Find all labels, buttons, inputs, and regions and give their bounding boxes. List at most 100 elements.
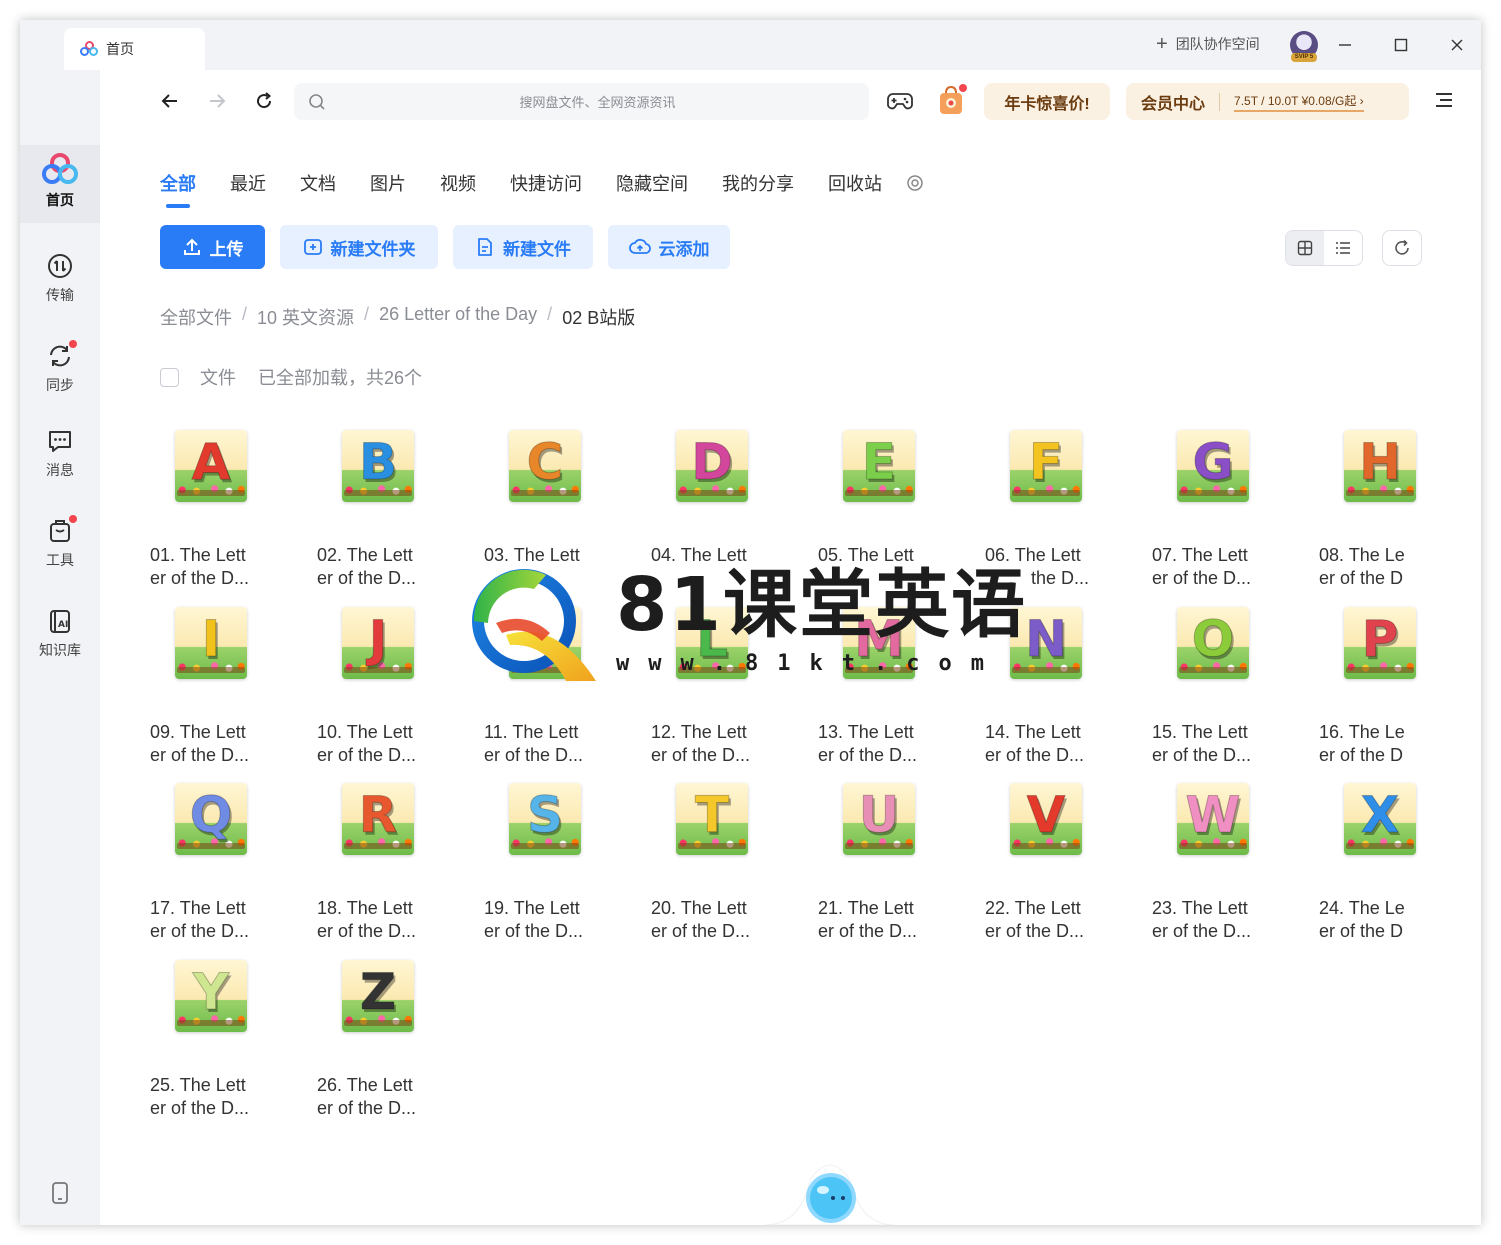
watermark-url: www.81kt.com xyxy=(616,651,1003,676)
file-name: 18. The Lett er of the D... xyxy=(317,897,447,943)
upload-icon xyxy=(183,238,200,255)
file-item[interactable]: W 23. The Lett er of the D... xyxy=(1152,773,1282,941)
tab-home[interactable]: 首页 xyxy=(64,28,205,70)
file-item[interactable]: I 09. The Lett er of the D... xyxy=(150,597,280,765)
refresh-button[interactable] xyxy=(1382,230,1422,266)
file-item[interactable]: J 10. The Lett er of the D... xyxy=(317,597,447,765)
file-name-line: er of the D... xyxy=(150,568,250,588)
message-icon xyxy=(47,428,73,454)
file-name: 17. The Lett er of the D... xyxy=(150,897,280,943)
file-item[interactable]: E 05. The Lett xyxy=(818,420,948,580)
list-view-icon[interactable] xyxy=(1324,231,1362,265)
new-file-button[interactable]: 新建文件 xyxy=(453,225,593,269)
file-item[interactable]: Y 25. The Lett er of the D... xyxy=(150,950,280,1118)
tab-all[interactable]: 全部 xyxy=(160,170,196,196)
tab-settings-icon[interactable] xyxy=(906,174,924,192)
menu-icon[interactable] xyxy=(1434,90,1454,115)
video-thumbnail: J xyxy=(342,606,414,679)
file-item[interactable]: O 15. The Lett er of the D... xyxy=(1152,597,1282,765)
thumbnail-letter: X xyxy=(1360,786,1400,844)
file-item[interactable]: R 18. The Lett er of the D... xyxy=(317,773,447,941)
file-name-line: er of the D... xyxy=(1152,568,1252,588)
video-thumbnail: V xyxy=(1010,783,1082,855)
file-item[interactable]: D 04. The Lett xyxy=(651,420,781,580)
file-item[interactable]: X 24. The Le er of the D xyxy=(1319,773,1449,941)
sidebar-item-label: 消息 xyxy=(46,462,74,478)
file-item[interactable]: Z 26. The Lett er of the D... xyxy=(317,950,447,1118)
file-item[interactable]: A 01. The Lett er of the D... xyxy=(150,420,280,588)
file-name-line: er of the D... xyxy=(985,744,1085,765)
refresh-icon xyxy=(1395,239,1409,255)
file-item[interactable]: B 02. The Lett er of the D... xyxy=(317,420,447,588)
file-name-line: er of the D xyxy=(1319,921,1404,941)
file-name-line: 02. The Lett xyxy=(317,545,413,565)
team-space-button[interactable]: + 团队协作空间 xyxy=(1156,34,1260,54)
new-folder-button[interactable]: 新建文件夹 xyxy=(280,225,438,269)
video-thumbnail: I xyxy=(175,606,247,679)
search-input[interactable]: 搜网盘文件、全网资源资讯 xyxy=(326,92,869,111)
file-item[interactable]: U 21. The Lett er of the D... xyxy=(818,773,948,941)
breadcrumb-current: 02 B站版 xyxy=(562,308,636,328)
sidebar-item-label: 工具 xyxy=(46,552,74,568)
file-item[interactable]: C 03. The Lett xyxy=(484,420,614,580)
file-name-line: 14. The Lett xyxy=(985,721,1081,742)
tab-quick-access[interactable]: 快捷访问 xyxy=(510,170,582,196)
tab-videos[interactable]: 视频 xyxy=(440,170,476,196)
video-thumbnail: W xyxy=(1177,783,1249,855)
file-item[interactable]: S 19. The Lett er of the D... xyxy=(484,773,614,941)
sidebar-item-knowledge[interactable]: AI 知识库 xyxy=(20,595,100,673)
tab-hidden-space[interactable]: 隐藏空间 xyxy=(616,170,688,196)
file-item[interactable]: T 20. The Lett er of the D... xyxy=(651,773,781,941)
file-item[interactable]: Q 17. The Lett er of the D... xyxy=(150,773,280,941)
video-thumbnail: X xyxy=(1344,783,1416,855)
grid-view-icon[interactable] xyxy=(1286,231,1324,265)
breadcrumb-item[interactable]: 10 英文资源 xyxy=(257,304,354,330)
phone-icon[interactable] xyxy=(51,1182,69,1209)
sidebar-item-tools[interactable]: 工具 xyxy=(20,505,100,583)
vip-quota: 7.5T / 10.0T ¥0.08/G起 › xyxy=(1234,92,1364,112)
select-all-checkbox[interactable] xyxy=(160,367,179,387)
sidebar-item-home[interactable]: 首页 xyxy=(20,145,100,223)
sidebar-item-sync[interactable]: 同步 xyxy=(20,330,100,408)
vip-center-button[interactable]: 会员中心 7.5T / 10.0T ¥0.08/G起 › xyxy=(1126,83,1409,120)
file-item[interactable]: V 22. The Lett er of the D... xyxy=(985,773,1115,941)
tab-images[interactable]: 图片 xyxy=(370,170,406,196)
video-thumbnail: U xyxy=(843,783,915,855)
gift-bag-icon[interactable] xyxy=(937,84,967,116)
sidebar-item-messages[interactable]: 消息 xyxy=(20,415,100,493)
close-icon[interactable] xyxy=(1444,32,1470,58)
title-bar: 首页 + 团队协作空间 SVIP 5 xyxy=(20,20,1481,70)
file-name-line: er of the D... xyxy=(651,744,751,765)
file-item[interactable]: G 07. The Lett er of the D... xyxy=(1152,420,1282,588)
breadcrumb-item[interactable]: 26 Letter of the Day xyxy=(379,304,537,330)
cloud-add-button[interactable]: 云添加 xyxy=(608,225,730,269)
tab-my-shares[interactable]: 我的分享 xyxy=(722,170,794,196)
thumbnail-letter: J xyxy=(368,609,388,668)
gamepad-icon[interactable] xyxy=(886,88,914,119)
search-box[interactable]: 搜网盘文件、全网资源资讯 xyxy=(294,83,869,120)
maximize-icon[interactable] xyxy=(1388,32,1414,58)
video-thumbnail: R xyxy=(342,783,414,855)
file-name-line: er of the D... xyxy=(985,921,1085,941)
back-button[interactable] xyxy=(157,88,183,114)
file-item[interactable]: P 16. The Le er of the D xyxy=(1319,597,1449,765)
upload-button[interactable]: 上传 xyxy=(160,225,265,269)
breadcrumb: 全部文件 / 10 英文资源 / 26 Letter of the Day / … xyxy=(160,304,635,330)
sidebar-item-transfer[interactable]: 传输 xyxy=(20,240,100,318)
tab-recent[interactable]: 最近 xyxy=(230,170,266,196)
minimize-icon[interactable] xyxy=(1332,32,1358,58)
thumbnail-letter: Y xyxy=(192,962,230,1021)
file-item[interactable]: F 06. The Lett the D... xyxy=(985,420,1115,588)
file-name-line: 01. The Lett xyxy=(150,545,246,565)
tab-recycle-bin[interactable]: 回收站 xyxy=(828,170,882,196)
tab-documents[interactable]: 文档 xyxy=(300,170,336,196)
ai-assistant-button[interactable] xyxy=(764,1140,896,1225)
annual-promo-button[interactable]: 年卡惊喜价! xyxy=(984,83,1110,120)
reload-button[interactable] xyxy=(251,88,277,114)
video-thumbnail: G xyxy=(1177,430,1249,502)
avatar[interactable]: SVIP 5 xyxy=(1290,31,1318,62)
file-name-line: er of the D... xyxy=(818,744,918,765)
file-item[interactable]: H 08. The Le er of the D xyxy=(1319,420,1449,588)
forward-button[interactable] xyxy=(204,88,230,114)
breadcrumb-item[interactable]: 全部文件 xyxy=(160,304,232,330)
